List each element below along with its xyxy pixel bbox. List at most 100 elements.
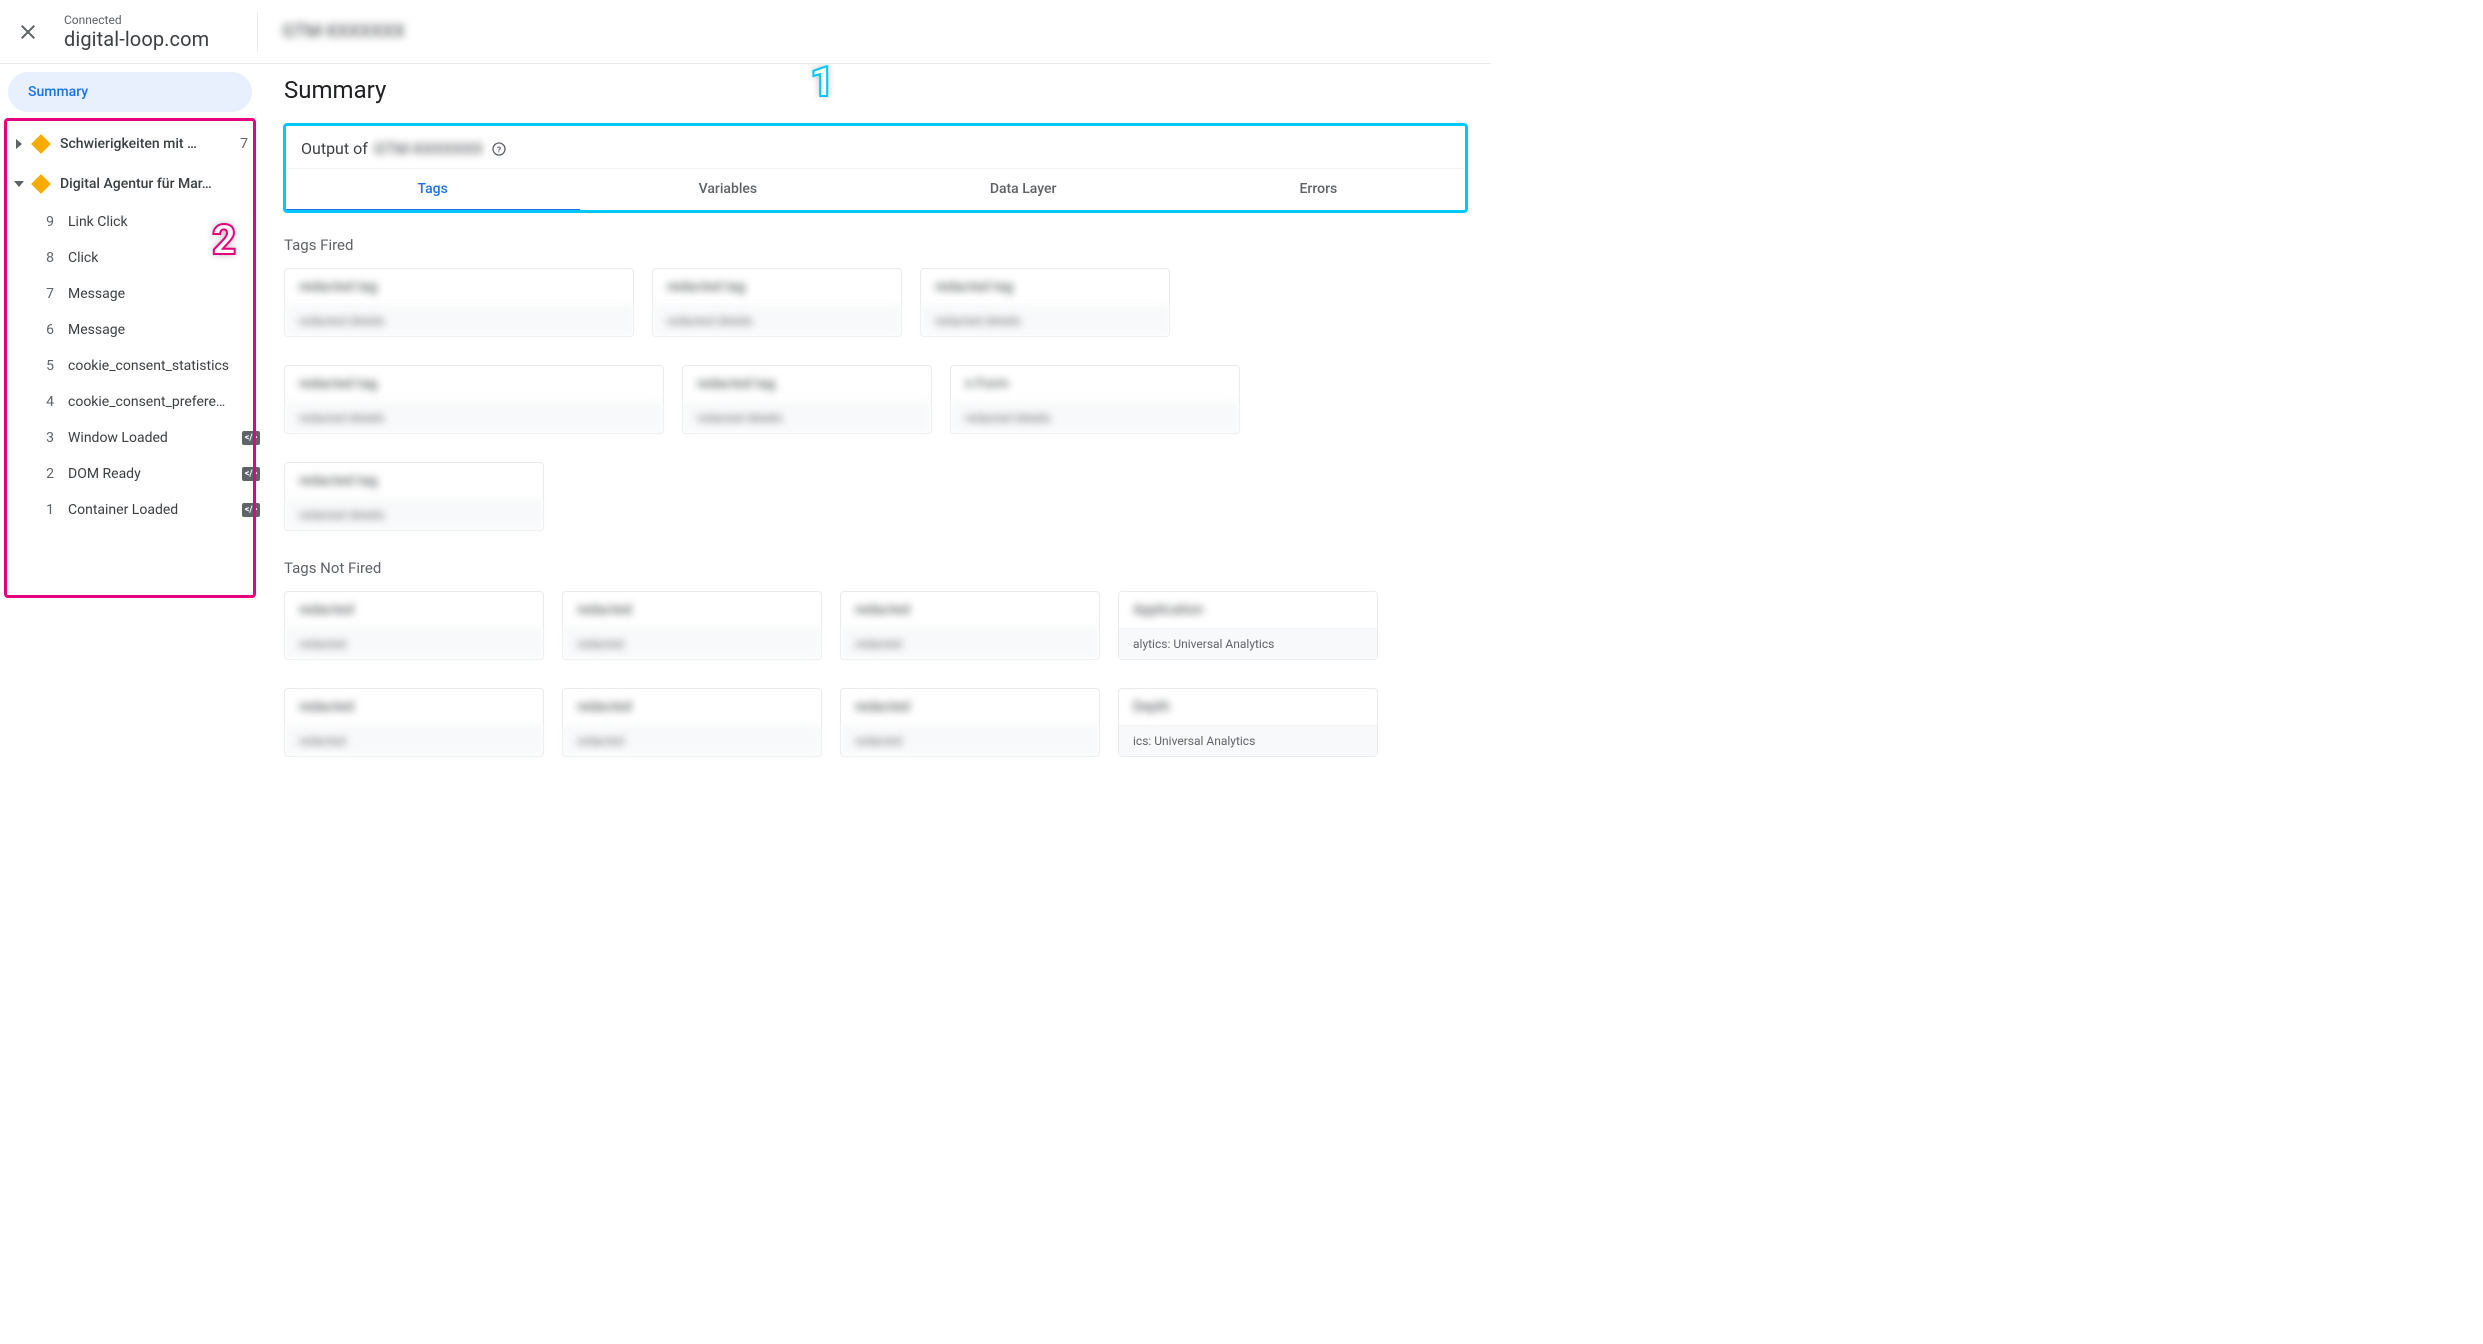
sidebar-event-item[interactable]: 7 Message: [0, 276, 260, 312]
tag-card-subtitle: redacted: [841, 725, 1099, 756]
page-icon: [31, 134, 51, 154]
event-number: 8: [38, 250, 54, 266]
tag-card-subtitle: redacted details: [951, 402, 1239, 433]
tag-card-title: redacted: [841, 592, 1099, 628]
tab-datalayer[interactable]: Data Layer: [876, 169, 1171, 211]
tag-card[interactable]: redacted tagredacted details: [652, 268, 902, 337]
tag-card[interactable]: n Formredacted details: [950, 365, 1240, 434]
output-header: Output of GTM-XXXXXXX ?: [285, 125, 1466, 168]
tag-card-subtitle: alytics: Universal Analytics: [1119, 628, 1377, 659]
not-fired-row: redactedredactedredactedredactedredacted…: [284, 688, 1467, 757]
sidebar-event-item[interactable]: 6 Message: [0, 312, 260, 348]
sidebar-page-1[interactable]: Digital Agentur für Mar…: [0, 164, 260, 204]
help-icon[interactable]: ?: [491, 141, 507, 157]
sidebar-event-item[interactable]: 8Click: [0, 240, 260, 276]
tag-card-title: redacted: [285, 592, 543, 628]
sidebar-summary-pill[interactable]: Summary: [8, 72, 252, 112]
sidebar-event-item[interactable]: 9 Link Click: [0, 204, 260, 240]
api-badge-icon: </>: [242, 503, 260, 517]
tag-card[interactable]: redacted tagredacted details: [284, 365, 664, 434]
tab-errors[interactable]: Errors: [1171, 169, 1466, 211]
event-number: 1: [38, 502, 54, 518]
close-icon[interactable]: [16, 20, 40, 44]
sidebar-page-label: Digital Agentur für Mar…: [60, 176, 248, 192]
tag-card-subtitle: redacted: [285, 628, 543, 659]
event-number: 2: [38, 466, 54, 482]
container-id: GTM-XXXXXXX: [282, 21, 405, 42]
page-title: Summary: [284, 76, 1467, 104]
tag-card[interactable]: redactedredacted: [840, 688, 1100, 757]
tag-card-subtitle: redacted details: [285, 305, 633, 336]
event-number: 6: [38, 322, 54, 338]
tag-card[interactable]: redactedredacted: [562, 591, 822, 660]
tag-card[interactable]: redacted tagredacted details: [284, 268, 634, 337]
tag-card-subtitle: redacted: [563, 725, 821, 756]
sidebar-event-item[interactable]: 5cookie_consent_statistics: [0, 348, 260, 384]
event-number: 9: [38, 214, 54, 230]
sidebar-event-item[interactable]: 3 Window Loaded </>: [0, 420, 260, 456]
section-not-fired-title: Tags Not Fired: [284, 559, 1467, 577]
tag-card-subtitle: redacted details: [285, 499, 543, 530]
tag-card[interactable]: Applicationalytics: Universal Analytics: [1118, 591, 1378, 660]
fired-row: redacted tagredacted details: [284, 462, 1467, 531]
tag-card-title: redacted tag: [285, 366, 663, 402]
page-icon: [31, 174, 51, 194]
caret-right-icon: [14, 139, 24, 149]
event-number: 7: [38, 286, 54, 302]
tag-card-subtitle: redacted details: [285, 402, 663, 433]
sidebar-event-item[interactable]: 4cookie_consent_prefere…: [0, 384, 260, 420]
tag-card-title: Depth: [1119, 689, 1377, 725]
connection-domain: digital-loop.com: [64, 27, 209, 51]
event-number: 3: [38, 430, 54, 446]
tag-card-title: redacted: [841, 689, 1099, 725]
header-divider: [257, 12, 258, 52]
api-badge-icon: </>: [242, 467, 260, 481]
event-name: Link Click: [68, 214, 260, 230]
tag-card-title: n Form: [951, 366, 1239, 402]
sidebar-page-0[interactable]: Schwierigkeiten mit … 7: [0, 124, 260, 164]
sidebar-page-count: 7: [240, 136, 248, 152]
not-fired-row: redactedredactedredactedredactedredacted…: [284, 591, 1467, 660]
tag-card-subtitle: redacted details: [653, 305, 901, 336]
output-tabs: Tags Variables Data Layer Errors: [285, 168, 1466, 211]
sidebar-event-item[interactable]: 1 Container Loaded </>: [0, 492, 260, 528]
tag-card-title: redacted tag: [683, 366, 931, 402]
sidebar-event-list: 9 Link Click 8Click 7 Message 6 Message 5cookie…: [0, 204, 260, 528]
sidebar-page-label: Schwierigkeiten mit …: [60, 136, 232, 152]
tab-tags[interactable]: Tags: [285, 169, 580, 211]
connection-info: Connected digital-loop.com: [64, 13, 209, 51]
tag-card[interactable]: Depthics: Universal Analytics: [1118, 688, 1378, 757]
tag-card-subtitle: ics: Universal Analytics: [1119, 725, 1377, 756]
connection-status: Connected: [64, 13, 209, 27]
event-name: Message: [68, 286, 260, 302]
tag-card[interactable]: redactedredacted: [284, 688, 544, 757]
svg-text:?: ?: [497, 145, 501, 155]
tag-card-subtitle: redacted: [841, 628, 1099, 659]
tag-card-title: Application: [1119, 592, 1377, 628]
tag-card[interactable]: redacted tagredacted details: [284, 462, 544, 531]
tag-card[interactable]: redacted tagredacted details: [682, 365, 932, 434]
sidebar-event-item[interactable]: 2DOM Ready</>: [0, 456, 260, 492]
sidebar-summary-label: Summary: [28, 84, 88, 100]
output-container-id: GTM-XXXXXXX: [374, 139, 483, 158]
fired-row: redacted tagredacted detailsredacted tag…: [284, 365, 1467, 434]
output-panel: Output of GTM-XXXXXXX ? Tags Variables D…: [284, 124, 1467, 212]
tag-card[interactable]: redactedredacted: [840, 591, 1100, 660]
sidebar: Summary Schwierigkeiten mit … 7 Digital …: [0, 64, 260, 806]
tag-card-title: redacted: [563, 689, 821, 725]
event-number: 4: [38, 394, 54, 410]
api-badge-icon: </>: [242, 431, 260, 445]
event-name: Window Loaded: [68, 430, 234, 446]
tag-card[interactable]: redacted tagredacted details: [920, 268, 1170, 337]
tag-card[interactable]: redactedredacted: [284, 591, 544, 660]
tab-variables[interactable]: Variables: [580, 169, 875, 211]
tag-card-title: redacted tag: [285, 463, 543, 499]
event-name: Container Loaded: [68, 502, 234, 518]
tag-card-title: redacted tag: [921, 269, 1169, 305]
output-label: Output of: [301, 139, 368, 158]
app-header: Connected digital-loop.com GTM-XXXXXXX: [0, 0, 1491, 64]
event-name: Message: [68, 322, 260, 338]
tag-card[interactable]: redactedredacted: [562, 688, 822, 757]
caret-down-icon: [14, 179, 24, 189]
tag-card-title: redacted tag: [285, 269, 633, 305]
